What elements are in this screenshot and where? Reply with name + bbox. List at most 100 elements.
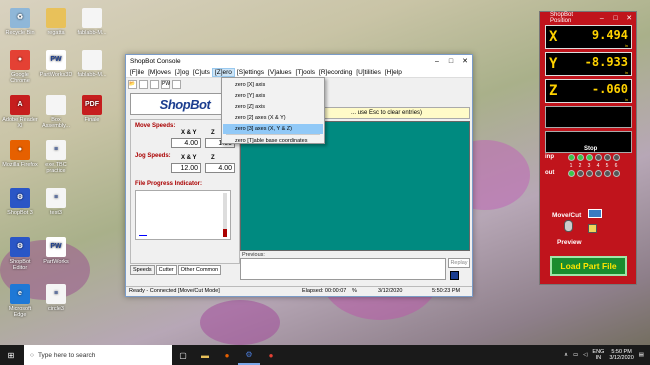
x-axis-unit: in <box>624 43 628 48</box>
menu-item[interactable]: [S]ettings <box>235 69 266 76</box>
menu-item[interactable]: [R]ecording <box>317 69 354 76</box>
menu-item[interactable]: [H]elp <box>383 69 404 76</box>
language-indicator[interactable]: ENG IN <box>592 349 604 361</box>
desktop-icon[interactable]: e Microsoft Edge <box>2 284 38 318</box>
move-cut-toggle[interactable] <box>564 220 573 232</box>
desktop-icon[interactable]: ● Google Chrome <box>2 50 38 84</box>
desktop-icon[interactable]: ≡ exe.TBC practice <box>38 140 74 174</box>
shopbot-editor-icon: ⚙ <box>10 237 30 257</box>
desktop-icon[interactable]: ♻ Recycle Bin <box>2 8 38 36</box>
y-axis-label: Y <box>549 56 558 72</box>
desktop-icon[interactable]: regatta <box>38 8 74 36</box>
partworks-toolbar-icon[interactable]: PW <box>161 79 170 89</box>
notes-icon[interactable] <box>588 224 597 233</box>
zero-menu-item[interactable]: zero [X] axis <box>223 80 323 90</box>
search-icon: ○ <box>30 351 34 359</box>
desktop-icon-label: regatta <box>47 30 65 36</box>
minimize-icon[interactable]: – <box>595 15 609 22</box>
taskbar-search[interactable]: ○ Type here to search <box>24 345 172 365</box>
maximize-icon[interactable]: □ <box>444 58 458 65</box>
menu-item[interactable]: [M]oves <box>146 69 173 76</box>
load-part-file-button[interactable]: Load Part File <box>550 256 627 276</box>
menu-item[interactable]: [C]uts <box>191 69 212 76</box>
cut-icon[interactable] <box>172 79 181 89</box>
desktop-icon[interactable]: ≡ test3 <box>38 188 74 216</box>
y-axis-readout[interactable]: Y -8.933 in <box>545 52 632 76</box>
z-axis-readout[interactable]: Z -.060 in <box>545 79 632 103</box>
shopbot-position-window[interactable]: ShopBot Position – □ ✕ X 9.494 in Y -8.9… <box>539 11 637 285</box>
status-time: 5:50:23 PM <box>432 288 461 294</box>
status-elapsed: Elapsed: 00:00:07 <box>302 288 347 294</box>
zero-menu-item[interactable]: zero [2] axes (X & Y) <box>223 113 323 123</box>
menu-item[interactable]: [F]ile <box>128 69 146 76</box>
minimize-icon[interactable]: – <box>430 58 444 65</box>
console-titlebar[interactable]: ShopBot Console – □ ✕ <box>126 55 472 67</box>
file-explorer-icon[interactable]: ▬ <box>194 345 216 365</box>
monitor-icon[interactable] <box>588 209 602 218</box>
maximize-icon[interactable]: □ <box>609 15 623 22</box>
output-led-3 <box>586 170 593 177</box>
network-icon[interactable]: ▭ <box>573 352 578 358</box>
replay-button[interactable]: Replay <box>448 258 470 268</box>
desktop-icon[interactable]: fablabb-M... <box>74 8 110 36</box>
input-led-1 <box>568 154 575 161</box>
desktop-icon[interactable]: ≡ circle3 <box>38 284 74 312</box>
new-file-icon[interactable] <box>139 79 148 89</box>
desktop-icon[interactable]: ⚙ ShopBot Editor <box>2 237 38 271</box>
a-axis-readout <box>545 106 632 128</box>
volume-icon[interactable]: ◁ <box>583 352 587 358</box>
clock[interactable]: 5:50 PM 3/12/2020 <box>609 349 633 361</box>
desktop-icon[interactable]: ● Mozilla Firefox <box>2 140 38 168</box>
position-titlebar[interactable]: ShopBot Position – □ ✕ <box>540 12 636 24</box>
desktop-icon[interactable]: PW PartWorks3D <box>38 50 74 78</box>
zero-menu-item[interactable]: zero [3] axes (X, Y & Z) <box>223 124 323 134</box>
desktop-icon[interactable]: A Adobe Reader XI <box>2 95 38 129</box>
tab-speeds[interactable]: Speeds <box>130 265 155 275</box>
open-file-icon[interactable]: 📂 <box>128 79 137 89</box>
windows-start-icon[interactable]: ⊞ <box>0 345 22 365</box>
save-icon[interactable] <box>450 271 459 280</box>
menu-item[interactable]: [Z]ero <box>211 67 235 77</box>
zero-menu-item[interactable]: zero [T]able base coordinates <box>223 136 323 146</box>
tab-other-common[interactable]: Other Common <box>177 265 222 275</box>
shopbot-taskbar-icon[interactable]: ⚙ <box>238 345 260 365</box>
chrome-taskbar-icon[interactable]: ● <box>260 345 282 365</box>
zero-menu-item[interactable]: zero [Y] axis <box>223 91 323 101</box>
zero-menu-item[interactable]: zero [Z] axis <box>223 102 323 112</box>
move-xy-field[interactable]: 4.00 <box>171 138 201 148</box>
desktop-icon[interactable]: ⚙ ShopBot 3 <box>2 188 38 216</box>
firefox-taskbar-icon[interactable]: ● <box>216 345 238 365</box>
menu-item[interactable]: [U]tilities <box>354 69 383 76</box>
menu-item[interactable]: [T]ools <box>294 69 318 76</box>
input-number: 6 <box>614 163 618 169</box>
edge-icon: e <box>10 284 30 304</box>
menu-item[interactable]: [V]alues <box>266 69 294 76</box>
task-view-icon[interactable]: ▢ <box>172 345 194 365</box>
window-title: ShopBot Console <box>130 57 181 65</box>
notifications-icon[interactable]: ▤ <box>639 352 644 358</box>
close-icon[interactable]: ✕ <box>458 57 472 65</box>
tray-chevron-icon[interactable]: ∧ <box>564 352 568 358</box>
menu-item[interactable]: [J]og <box>173 69 191 76</box>
sbp-file-icon: ≡ <box>46 284 66 304</box>
edit-icon[interactable] <box>150 79 159 89</box>
input-leds <box>568 154 620 161</box>
desktop-icon[interactable]: PDF Finale <box>74 95 110 123</box>
desktop-icon[interactable]: fablabb-M... <box>74 50 110 78</box>
desktop-icon-label: Adobe Reader XI <box>2 117 38 129</box>
previous-commands-box[interactable] <box>240 258 446 280</box>
desktop-icon[interactable]: PW PartWorks <box>38 237 74 265</box>
desktop-icon-label: Microsoft Edge <box>8 306 32 318</box>
document-icon <box>46 95 66 115</box>
move-speeds-label: Move Speeds: <box>135 123 176 129</box>
desktop-icon-label: Mozilla Firefox <box>2 162 38 168</box>
menu-separator <box>226 134 320 135</box>
close-icon[interactable]: ✕ <box>622 14 636 22</box>
document-icon <box>82 8 102 28</box>
tab-cutter[interactable]: Cutter <box>155 265 177 275</box>
jog-z-field[interactable]: 4.00 <box>205 163 235 173</box>
output-label: out <box>545 170 555 176</box>
x-axis-readout[interactable]: X 9.494 in <box>545 25 632 49</box>
jog-xy-field[interactable]: 12.00 <box>171 163 201 173</box>
desktop-icon[interactable]: Box Assembly... <box>38 95 74 129</box>
